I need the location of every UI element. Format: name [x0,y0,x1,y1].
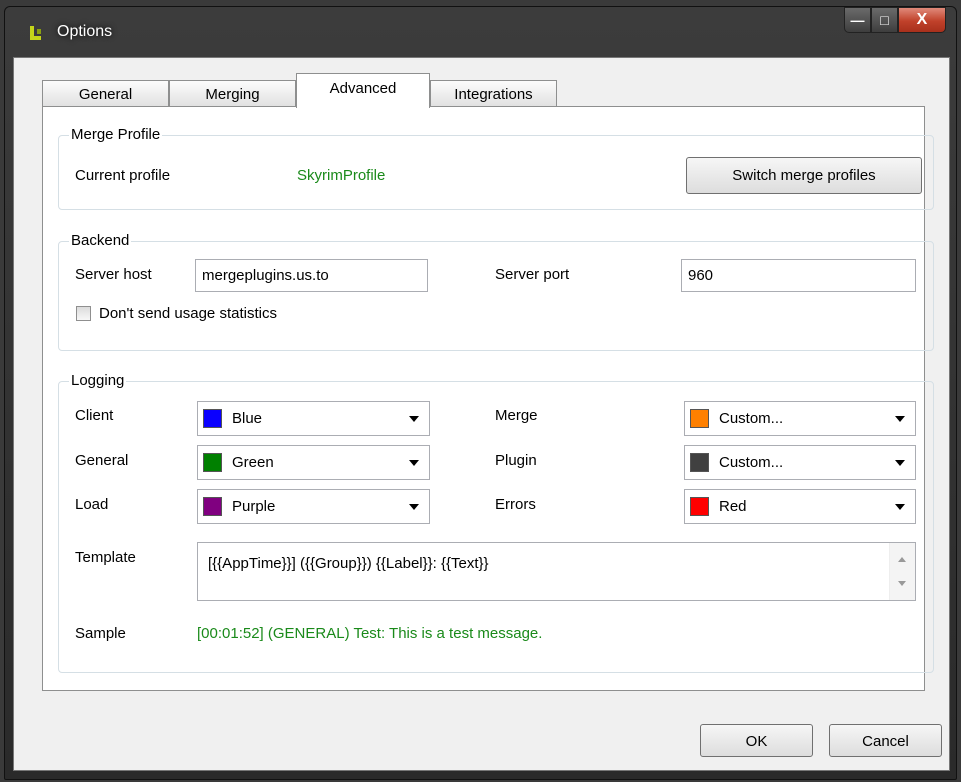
minimize-icon: — [850,12,865,28]
scroll-down-icon[interactable] [898,581,906,586]
template-text: [{{AppTime}}] ({{Group}}) {{Label}}: {{T… [208,555,489,572]
chevron-down-icon [409,503,419,510]
merge-color-value: Custom... [719,410,784,427]
window-title: Options [57,23,113,40]
errors-color-select[interactable]: Red [684,489,916,524]
red-swatch [690,497,709,516]
tab-integrations[interactable]: Integrations [430,80,557,107]
dialog-client-area: General Merging Advanced Integrations Me… [13,57,950,771]
load-color-select[interactable]: Purple [197,489,430,524]
server-port-input[interactable]: 960 [681,259,916,292]
errors-log-label: Errors [495,496,536,513]
load-color-value: Purple [232,498,276,515]
plugin-color-select[interactable]: Custom... [684,445,916,480]
merge-profile-title: Merge Profile [69,126,163,143]
sample-value: [00:01:52] (GENERAL) Test: This is a tes… [197,625,543,642]
merge-profile-group: Merge Profile Current profile SkyrimProf… [58,126,934,210]
app-logo-icon [30,26,41,40]
green-swatch [203,453,222,472]
client-log-label: Client [75,407,114,424]
backend-group: Backend Server host mergeplugins.us.to S… [58,232,934,351]
load-log-label: Load [75,496,109,513]
current-profile-value: SkyrimProfile [297,167,386,184]
merge-log-label: Merge [495,407,538,424]
maximize-button[interactable]: □ [871,7,898,33]
general-color-select[interactable]: Green [197,445,430,480]
chevron-down-icon [895,415,905,422]
title-bar[interactable]: Options — □ X [5,7,956,57]
options-window: Options — □ X General Merging Advanced I… [4,6,957,780]
usage-statistics-checkbox[interactable] [76,306,91,321]
close-button[interactable]: X [898,7,946,33]
gray-swatch [690,453,709,472]
sample-label: Sample [75,625,126,642]
chevron-down-icon [895,503,905,510]
logging-title: Logging [69,372,127,389]
merge-color-select[interactable]: Custom... [684,401,916,436]
tab-general[interactable]: General [42,80,169,107]
maximize-icon: □ [880,12,889,28]
chevron-down-icon [409,415,419,422]
usage-statistics-label[interactable]: Don't send usage statistics [99,305,277,322]
template-label: Template [75,549,136,566]
logging-group: Logging Client Blue General Green Load P… [58,372,934,673]
blue-swatch [203,409,222,428]
advanced-tab-panel: Merge Profile Current profile SkyrimProf… [42,106,934,691]
orange-swatch [690,409,709,428]
plugin-log-label: Plugin [495,452,537,469]
switch-merge-profiles-button[interactable]: Switch merge profiles [686,157,922,194]
scroll-up-icon[interactable] [898,557,906,562]
client-color-value: Blue [232,410,263,427]
ok-button[interactable]: OK [700,724,813,757]
general-log-label: General [75,452,129,469]
tab-advanced[interactable]: Advanced [296,73,430,108]
server-host-label: Server host [75,266,152,283]
template-textarea[interactable]: [{{AppTime}}] ({{Group}}) {{Label}}: {{T… [197,542,916,601]
minimize-button[interactable]: — [844,7,871,33]
tab-merging[interactable]: Merging [169,80,296,107]
errors-color-value: Red [719,498,747,515]
current-profile-label: Current profile [75,167,171,184]
plugin-color-value: Custom... [719,454,784,471]
chevron-down-icon [409,459,419,466]
general-color-value: Green [232,454,274,471]
chevron-down-icon [895,459,905,466]
server-host-input[interactable]: mergeplugins.us.to [195,259,428,292]
cancel-button[interactable]: Cancel [829,724,942,757]
template-scrollbar[interactable] [889,543,915,600]
purple-swatch [203,497,222,516]
backend-title: Backend [69,232,132,249]
client-color-select[interactable]: Blue [197,401,430,436]
close-icon: X [916,11,928,28]
server-port-label: Server port [495,266,570,283]
